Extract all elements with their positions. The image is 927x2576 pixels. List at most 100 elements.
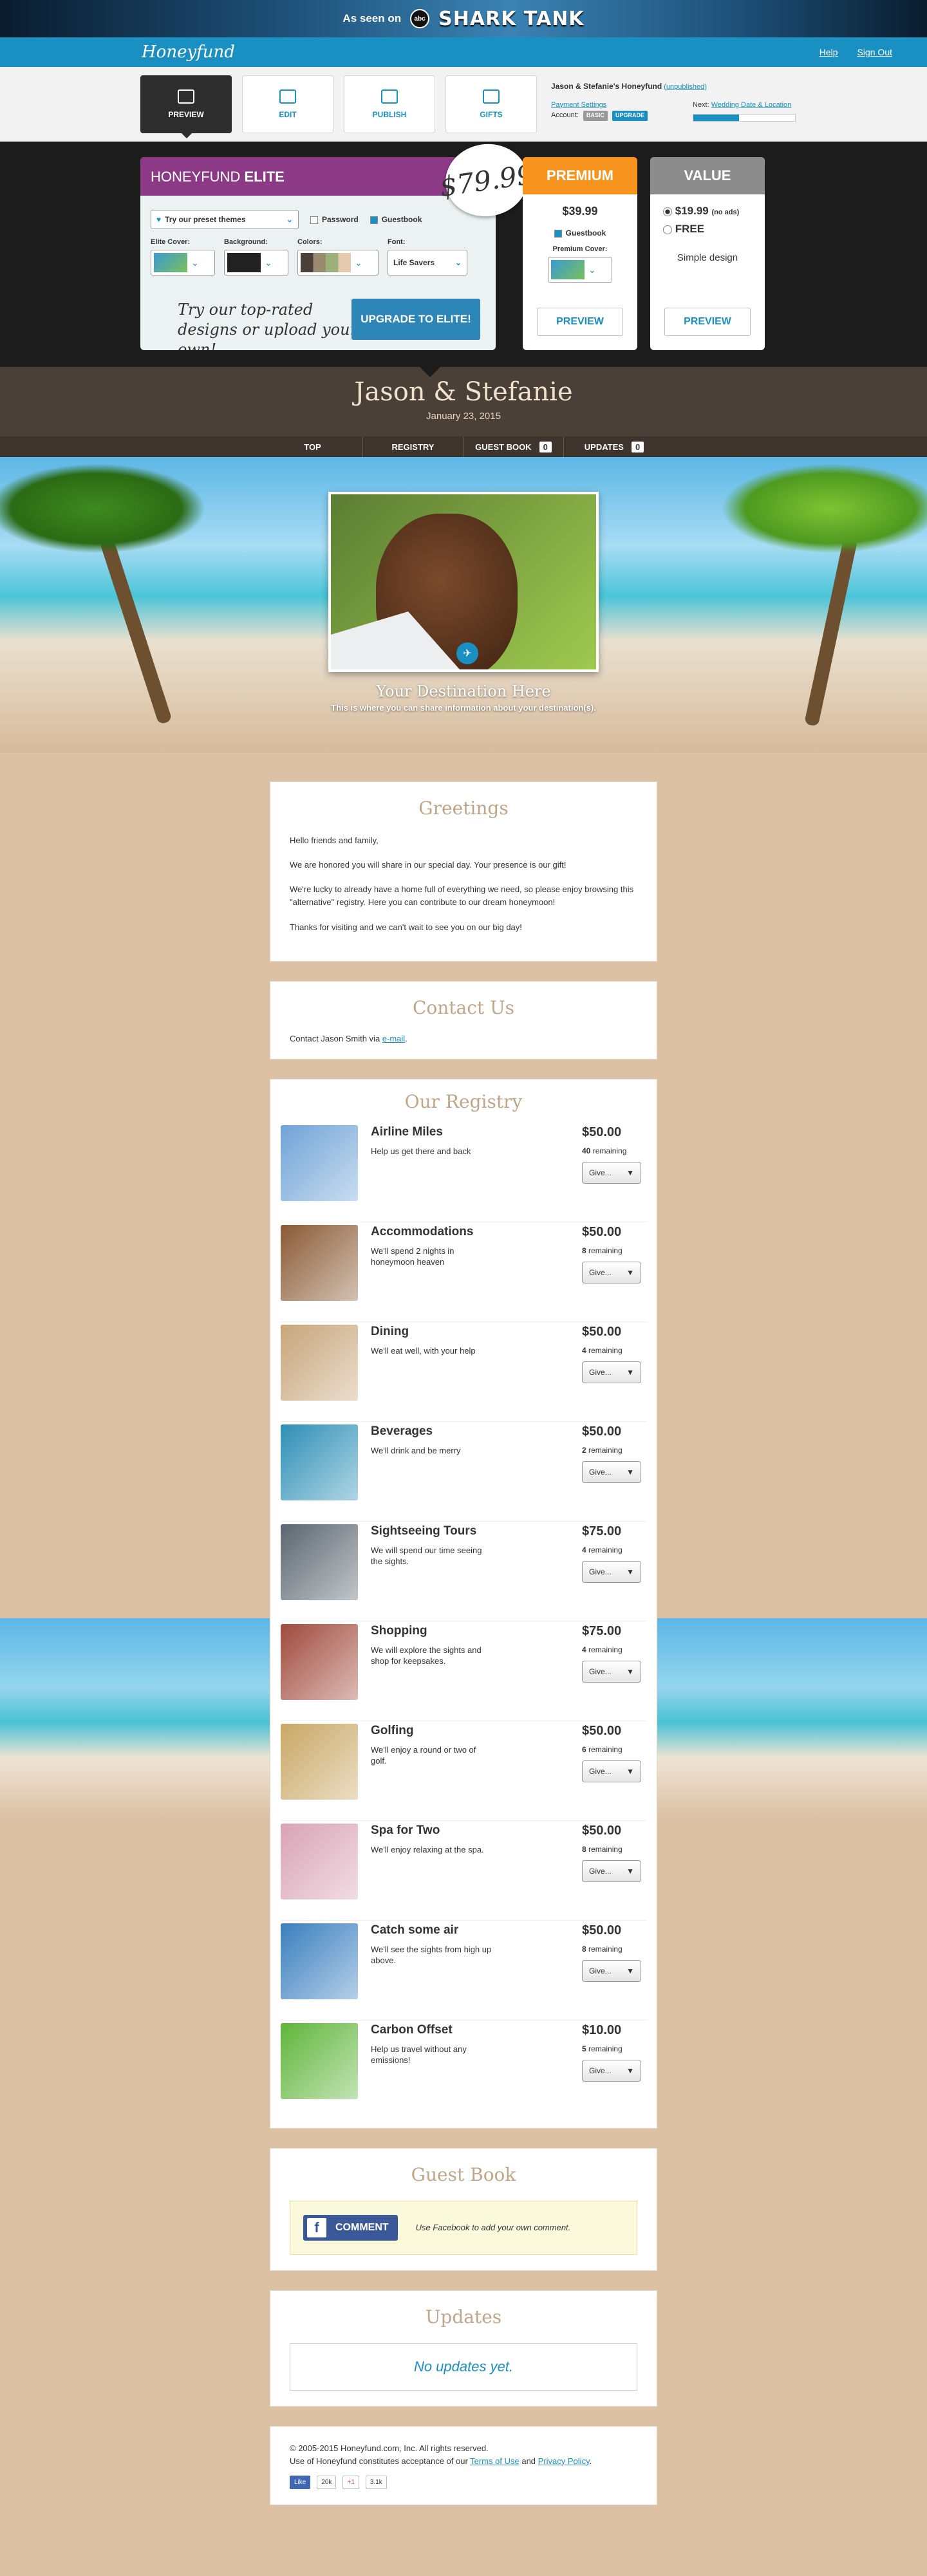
gifts-button[interactable]: GIFTS [445, 75, 537, 133]
give-select[interactable]: Give... ▼ [582, 1261, 641, 1283]
colors-picker[interactable]: ⌄ [297, 250, 379, 275]
registry-item: Sightseeing Tours We will spend our time … [281, 1522, 646, 1621]
give-select[interactable]: Give... ▼ [582, 1161, 641, 1184]
give-select[interactable]: Give... ▼ [582, 1461, 641, 1483]
help-link[interactable]: Help [819, 47, 838, 57]
value-radio[interactable] [663, 207, 672, 216]
google-plus-button[interactable]: +1 [342, 2475, 359, 2490]
free-option[interactable]: FREE [650, 223, 765, 236]
give-select[interactable]: Give... ▼ [582, 1560, 641, 1583]
gift-price: $10.00 [582, 2022, 622, 2037]
next-step: Next: Wedding Date & Location [693, 100, 796, 122]
premium-cover-picker[interactable]: ⌄ [548, 257, 612, 283]
chevron-down-icon: ⌄ [355, 257, 362, 268]
elite-pickers: ⌄ ⌄ ⌄ Life Savers ⌄ [151, 250, 467, 275]
next-label: Next: [693, 100, 709, 109]
contact-text: Contact Jason Smith via e-mail. [290, 1034, 637, 1043]
honeyfund-logo[interactable]: Honeyfund [142, 42, 235, 62]
nav-top[interactable]: TOP [263, 436, 363, 457]
cover-thumbnail [154, 253, 187, 272]
nav-guestbook[interactable]: GUEST BOOK 0 [464, 436, 564, 457]
give-label: Give... [589, 1766, 612, 1776]
privacy-link[interactable]: Privacy Policy [538, 2456, 590, 2466]
registry-item: Carbon Offset Help us travel without any … [281, 2021, 646, 2120]
gift-info: Accommodations We'll spend 2 nights in ho… [358, 1225, 582, 1319]
give-select[interactable]: Give... ▼ [582, 1959, 641, 1982]
elite-cover-label: Elite Cover: [151, 238, 191, 246]
give-label: Give... [589, 1666, 612, 1676]
facebook-like-button[interactable]: Like [290, 2475, 311, 2490]
give-select[interactable]: Give... ▼ [582, 2059, 641, 2082]
value-plan-card: VALUE $19.99 (no ads) FREE Simple design… [650, 157, 765, 350]
gift-remaining: 40 remaining [582, 1146, 646, 1155]
fund-status-link[interactable]: (unpublished) [664, 83, 707, 91]
promo-banner[interactable]: As seen on abc SHARK TANK [0, 0, 927, 37]
gift-remaining: 2 remaining [582, 1446, 646, 1455]
remaining-label: remaining [588, 1246, 623, 1255]
value-option[interactable]: $19.99 (no ads) [650, 205, 765, 218]
premium-guestbook-checkbox[interactable] [554, 229, 562, 238]
dropdown-arrow-icon: ▼ [626, 1866, 634, 1876]
preview-button[interactable]: PREVIEW [140, 75, 232, 138]
password-label: Password [322, 215, 359, 224]
gift-image [281, 1823, 358, 1899]
give-select[interactable]: Give... ▼ [582, 1660, 641, 1683]
contact-prefix: Contact Jason Smith via [290, 1033, 382, 1043]
account-info: Payment Settings Account: BASIC UPGRADE [551, 100, 648, 121]
gift-name: Accommodations [371, 1224, 474, 1238]
password-checkbox[interactable] [310, 216, 318, 224]
nav-registry[interactable]: REGISTRY [363, 436, 464, 457]
registry-item: Airline Miles Help us get there and back $… [281, 1123, 646, 1222]
gift-image [281, 1723, 358, 1800]
elite-cover-picker[interactable]: ⌄ [151, 250, 215, 275]
payment-settings-link[interactable]: Payment Settings [551, 101, 606, 109]
gift-info: Carbon Offset Help us travel without any … [358, 2023, 582, 2118]
next-step-link[interactable]: Wedding Date & Location [711, 101, 792, 109]
give-label: Give... [589, 2066, 612, 2075]
comment-button[interactable]: f COMMENT [303, 2214, 398, 2241]
gift-name: Sightseeing Tours [371, 1524, 477, 1538]
font-value: Life Savers [393, 258, 435, 267]
updates-title: Updates [425, 2306, 502, 2328]
colors-thumbnail [301, 253, 351, 272]
gift-purchase: $50.00 8 remaining Give... ▼ [582, 1923, 646, 2017]
gift-remaining: 8 remaining [582, 1845, 646, 1854]
background-label: Background: [224, 238, 268, 246]
remaining-label: remaining [588, 1744, 623, 1754]
terms-link[interactable]: Terms of Use [470, 2456, 520, 2466]
give-select[interactable]: Give... ▼ [582, 1361, 641, 1383]
gift-info: Airline Miles Help us get there and back [358, 1125, 582, 1219]
background-picker[interactable]: ⌄ [224, 250, 288, 275]
guestbook-title: Guest Book [411, 2163, 516, 2185]
password-option[interactable]: Password [310, 215, 359, 224]
upgrade-badge[interactable]: UPGRADE [612, 111, 648, 121]
guestbook-option[interactable]: Guestbook [370, 215, 422, 224]
copyright-text: © 2005-2015 Honeyfund.com, Inc. All righ… [290, 2443, 489, 2453]
dropdown-arrow-icon: ▼ [626, 1367, 634, 1377]
value-preview-button[interactable]: PREVIEW [664, 308, 751, 336]
remaining-label: remaining [588, 1345, 623, 1355]
gift-price: $75.00 [582, 1524, 622, 1538]
contact-title: Contact Us [412, 996, 515, 1018]
font-select[interactable]: Life Savers ⌄ [388, 250, 467, 275]
gift-image [281, 1224, 358, 1301]
free-radio[interactable] [663, 225, 672, 234]
remaining-count: 6 [582, 1744, 586, 1754]
email-link[interactable]: e-mail [382, 1034, 405, 1043]
give-select[interactable]: Give... ▼ [582, 1860, 641, 1882]
give-label: Give... [589, 1267, 612, 1277]
give-select[interactable]: Give... ▼ [582, 1760, 641, 1782]
sign-out-link[interactable]: Sign Out [857, 47, 892, 57]
destination-title: Your Destination Here [376, 682, 551, 700]
remaining-count: 40 [582, 1146, 591, 1155]
premium-guestbook-option[interactable]: Guestbook [523, 229, 637, 238]
edit-button[interactable]: EDIT [242, 75, 333, 133]
premium-preview-button[interactable]: PREVIEW [537, 308, 623, 336]
publish-button[interactable]: PUBLISH [344, 75, 435, 133]
remaining-label: remaining [592, 1146, 627, 1155]
preset-themes-select[interactable]: ♥ Try our preset themes ⌄ [151, 210, 299, 229]
give-label: Give... [589, 1168, 612, 1177]
guestbook-checkbox[interactable] [370, 216, 378, 224]
nav-updates[interactable]: UPDATES 0 [564, 436, 664, 457]
upgrade-to-elite-button[interactable]: UPGRADE TO ELITE! [351, 299, 480, 340]
